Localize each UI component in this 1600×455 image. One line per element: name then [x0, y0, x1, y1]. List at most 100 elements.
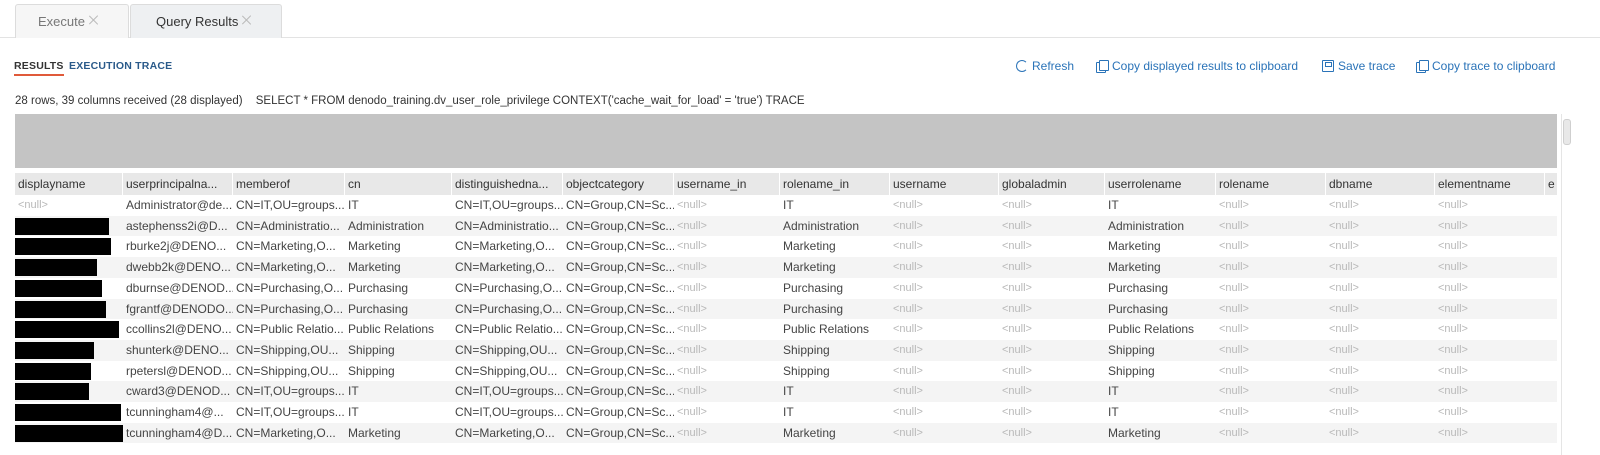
table-cell[interactable]: <null> — [999, 340, 1105, 361]
table-cell[interactable]: <null> — [1326, 361, 1435, 382]
table-cell[interactable]: CN=IT,OU=groups... — [233, 402, 345, 423]
table-cell[interactable] — [1545, 278, 1557, 299]
table-cell[interactable]: <null> — [1326, 257, 1435, 278]
save-trace-button[interactable]: Save trace — [1322, 59, 1395, 73]
table-cell[interactable]: <null> — [890, 319, 999, 340]
table-cell[interactable]: IT — [345, 402, 452, 423]
table-cell[interactable]: IT — [345, 195, 452, 216]
table-cell[interactable]: <null> — [1435, 340, 1545, 361]
column-header[interactable]: username — [890, 173, 999, 195]
table-cell[interactable]: <null> — [1435, 236, 1545, 257]
tab-query-results[interactable]: Query Results — [130, 4, 282, 38]
table-row[interactable]: fgrantf@DENODO... CN=Purchasing,O... Purch… — [15, 298, 1557, 320]
table-cell[interactable]: dburnse@DENOD... — [123, 278, 233, 299]
table-cell[interactable]: <null> — [674, 216, 780, 237]
table-cell[interactable]: CN=Shipping,OU... — [233, 361, 345, 382]
table-cell[interactable] — [1545, 381, 1557, 402]
table-cell[interactable]: Shipping — [1105, 340, 1216, 361]
table-cell[interactable]: <null> — [1216, 381, 1326, 402]
table-cell[interactable]: CN=Marketing,O... — [233, 257, 345, 278]
table-row[interactable]: shunterk@DENO... CN=Shipping,OU... Shippin… — [15, 339, 1557, 361]
table-cell[interactable] — [1545, 236, 1557, 257]
table-cell[interactable] — [1545, 423, 1557, 444]
table-cell[interactable]: <null> — [890, 236, 999, 257]
table-cell[interactable]: <null> — [999, 402, 1105, 423]
column-header[interactable]: cn — [345, 173, 452, 195]
table-cell[interactable]: astephenss2i@D... — [123, 216, 233, 237]
table-cell[interactable]: <null> — [1435, 319, 1545, 340]
table-cell[interactable]: CN=Purchasing,O... — [452, 299, 563, 320]
column-header[interactable]: rolename — [1216, 173, 1326, 195]
table-cell[interactable]: <null> — [674, 402, 780, 423]
table-cell[interactable]: <null> — [674, 299, 780, 320]
table-row[interactable]: dburnse@DENOD... CN=Purchasing,O... Purcha… — [15, 278, 1557, 299]
table-cell[interactable]: <null> — [1326, 381, 1435, 402]
table-cell[interactable]: Public Relations — [1105, 319, 1216, 340]
table-cell[interactable]: Marketing — [1105, 423, 1216, 444]
table-cell[interactable]: <null> — [674, 381, 780, 402]
table-cell[interactable]: Purchasing — [345, 299, 452, 320]
table-cell[interactable]: <null> — [1326, 216, 1435, 237]
table-cell[interactable]: Marketing — [345, 257, 452, 278]
table-cell[interactable] — [1545, 195, 1557, 216]
table-cell[interactable]: <null> — [1216, 402, 1326, 423]
table-cell[interactable]: Administration — [780, 216, 890, 237]
table-cell[interactable]: CN=Marketing,O... — [452, 257, 563, 278]
table-cell[interactable]: <null> — [1326, 236, 1435, 257]
table-cell[interactable]: <null> — [1216, 236, 1326, 257]
table-cell[interactable]: <null> — [1216, 319, 1326, 340]
table-cell[interactable]: Shipping — [780, 340, 890, 361]
table-row[interactable]: tcunningham4@... CN=IT,OU=groups... IT CN=I… — [15, 402, 1557, 423]
table-cell[interactable]: <null> — [674, 423, 780, 444]
table-cell[interactable]: <null> — [1435, 381, 1545, 402]
close-icon[interactable] — [88, 14, 100, 26]
vertical-scrollbar[interactable] — [1557, 114, 1600, 455]
table-cell[interactable]: IT — [1105, 381, 1216, 402]
column-header[interactable]: dbname — [1326, 173, 1435, 195]
column-header[interactable]: distinguishedna... — [452, 173, 563, 195]
table-row[interactable]: <null> Administrator@de... CN=IT,OU=groups… — [15, 195, 1557, 216]
table-cell[interactable]: <null> — [890, 195, 999, 216]
table-cell[interactable]: <null> — [674, 278, 780, 299]
table-cell[interactable]: IT — [780, 381, 890, 402]
column-header[interactable]: username_in — [674, 173, 780, 195]
table-row[interactable]: dwebb2k@DENO... CN=Marketing,O... Marketin… — [15, 257, 1557, 278]
column-header[interactable]: userrolename — [1105, 173, 1216, 195]
table-cell[interactable]: CN=Marketing,O... — [452, 236, 563, 257]
table-cell[interactable]: <null> — [999, 423, 1105, 444]
table-cell[interactable]: CN=Group,CN=Sc... — [563, 361, 674, 382]
table-cell[interactable]: IT — [1105, 402, 1216, 423]
table-cell[interactable]: <null> — [1216, 278, 1326, 299]
table-cell[interactable]: CN=IT,OU=groups... — [452, 402, 563, 423]
table-cell[interactable]: Administration — [345, 216, 452, 237]
table-cell[interactable]: CN=IT,OU=groups... — [452, 195, 563, 216]
copy-results-button[interactable]: Copy displayed results to clipboard — [1096, 59, 1298, 73]
table-cell[interactable] — [1545, 257, 1557, 278]
table-cell[interactable]: <null> — [674, 195, 780, 216]
table-cell[interactable]: Purchasing — [345, 278, 452, 299]
table-cell[interactable]: CN=Purchasing,O... — [452, 278, 563, 299]
table-cell[interactable]: Marketing — [345, 423, 452, 444]
table-cell[interactable]: cward3@DENOD... — [123, 381, 233, 402]
table-cell[interactable]: <null> — [1435, 257, 1545, 278]
table-row[interactable]: rpetersl@DENOD... CN=Shipping,OU... Shippi… — [15, 361, 1557, 382]
column-header[interactable]: e — [1545, 173, 1557, 195]
table-cell[interactable]: CN=Shipping,OU... — [452, 361, 563, 382]
table-cell[interactable]: <null> — [674, 257, 780, 278]
table-cell[interactable]: CN=Shipping,OU... — [233, 340, 345, 361]
table-cell[interactable]: CN=Group,CN=Sc... — [563, 299, 674, 320]
table-cell[interactable]: CN=IT,OU=groups... — [452, 381, 563, 402]
table-cell[interactable]: <null> — [1435, 195, 1545, 216]
table-cell[interactable]: CN=Shipping,OU... — [452, 340, 563, 361]
table-cell[interactable]: Marketing — [780, 257, 890, 278]
table-cell[interactable]: CN=Group,CN=Sc... — [563, 257, 674, 278]
table-cell[interactable]: CN=Group,CN=Sc... — [563, 216, 674, 237]
table-cell[interactable]: <null> — [674, 340, 780, 361]
table-cell[interactable]: ccollins2l@DENO... — [123, 319, 233, 340]
table-cell[interactable]: <null> — [999, 257, 1105, 278]
table-cell[interactable]: CN=Purchasing,O... — [233, 278, 345, 299]
table-cell[interactable]: Administrator@de... — [123, 195, 233, 216]
table-cell[interactable]: <null> — [999, 216, 1105, 237]
table-cell[interactable]: CN=Public Relatio... — [233, 319, 345, 340]
table-cell[interactable]: tcunningham4@D... — [123, 423, 233, 444]
